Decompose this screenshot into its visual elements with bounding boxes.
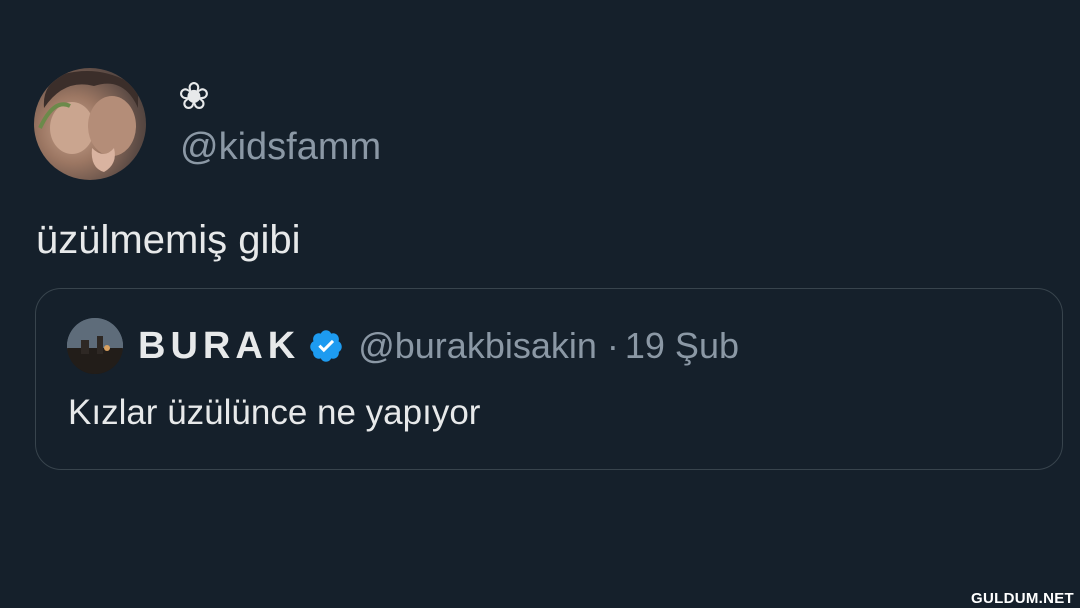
username-handle[interactable]: @kidsfamm — [180, 124, 381, 170]
quoted-tweet-header: BURAK @burakbisakin · 19 Şub — [138, 320, 739, 372]
verified-badge-icon — [308, 328, 344, 364]
quoted-tweet-text: Kızlar üzülünce ne yapıyor — [68, 393, 481, 432]
tweet-text: üzülmemiş gibi — [36, 218, 301, 262]
watermark: GULDUM.NET — [971, 590, 1074, 607]
quoted-tweet-date[interactable]: 19 Şub — [625, 325, 739, 367]
quoted-display-name[interactable]: BURAK — [138, 325, 300, 368]
avatar-photo — [38, 71, 139, 172]
separator-dot: · — [606, 325, 619, 366]
quoted-avatar[interactable] — [67, 318, 123, 374]
quoted-avatar-photo — [67, 318, 123, 374]
avatar[interactable] — [34, 68, 146, 180]
quoted-tweet-card[interactable] — [35, 288, 1063, 470]
quoted-username-handle[interactable]: @burakbisakin — [358, 325, 597, 367]
display-name[interactable]: ❀ — [178, 74, 210, 118]
